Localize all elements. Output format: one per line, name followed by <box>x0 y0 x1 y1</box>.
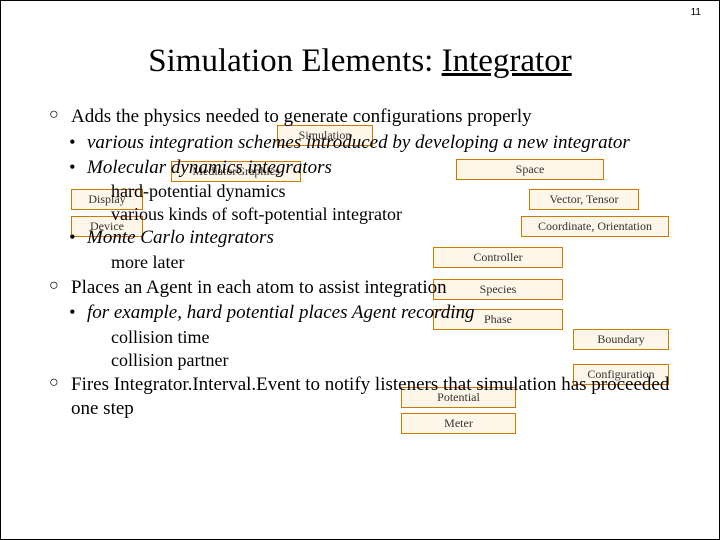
bullet-l3: more later <box>111 251 679 274</box>
bullet-l3: various kinds of soft-potential integrat… <box>111 203 679 226</box>
bullet-l2: Molecular dynamics integrators <box>69 156 679 180</box>
bullet-l2: various integration schemes introduced b… <box>69 131 679 155</box>
title-text-b: Integrator <box>442 43 572 79</box>
bullet-l3: hard-potential dynamics <box>111 180 679 203</box>
bullet-l2: for example, hard potential places Agent… <box>69 301 679 325</box>
slide-content: Adds the physics needed to generate conf… <box>49 103 679 423</box>
bullet-l3: collision time <box>111 326 679 349</box>
title-text-a: Simulation Elements: <box>148 43 441 79</box>
slide-title: Simulation Elements: Integrator <box>1 43 719 80</box>
bullet-l3: collision partner <box>111 349 679 372</box>
bullet-l1: Places an Agent in each atom to assist i… <box>49 276 679 300</box>
bullet-l1: Adds the physics needed to generate conf… <box>49 105 679 129</box>
page-number: 11 <box>691 7 701 18</box>
bullet-l2: Monte Carlo integrators <box>69 226 679 250</box>
bullet-l1: Fires Integrator.Interval.Event to notif… <box>49 373 679 421</box>
